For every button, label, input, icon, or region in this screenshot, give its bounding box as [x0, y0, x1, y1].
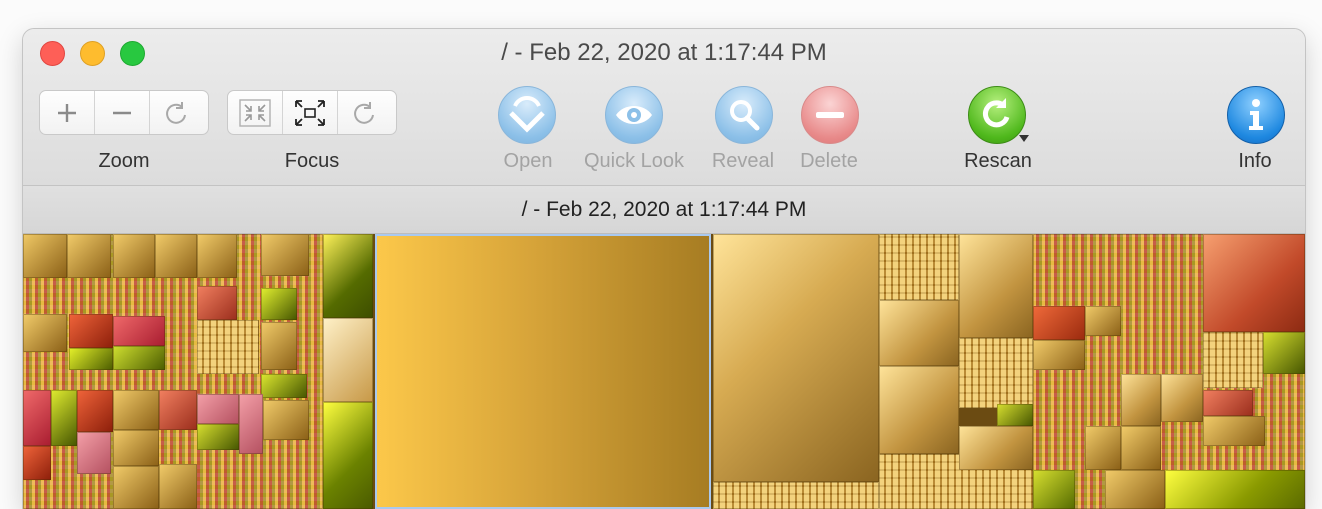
treemap-file[interactable] — [713, 234, 879, 482]
treemap-file[interactable] — [1033, 340, 1085, 370]
redo-arrow-icon — [166, 101, 186, 124]
treemap-file[interactable] — [197, 234, 237, 278]
treemap-file[interactable] — [155, 234, 197, 278]
treemap-file[interactable] — [1121, 426, 1161, 470]
treemap-file[interactable] — [23, 390, 51, 446]
dropdown-indicator-icon — [1019, 135, 1029, 142]
focus-in-button[interactable] — [228, 91, 283, 134]
minus-icon — [816, 112, 844, 118]
treemap-file[interactable] — [263, 400, 309, 440]
shrink-focus-icon — [239, 98, 271, 127]
treemap-file[interactable] — [159, 464, 197, 509]
path-bar: / - Feb 22, 2020 at 1:17:44 PM — [23, 186, 1305, 234]
treemap-file[interactable] — [113, 430, 159, 466]
treemap-file[interactable] — [261, 374, 307, 398]
treemap-file[interactable] — [197, 424, 239, 450]
treemap-file[interactable] — [113, 234, 155, 278]
redo-arrow-icon — [354, 101, 374, 124]
treemap-file[interactable] — [77, 390, 113, 432]
treemap-file[interactable] — [261, 234, 309, 276]
treemap-file[interactable] — [997, 404, 1033, 426]
treemap-file[interactable] — [113, 390, 159, 430]
treemap-file[interactable] — [67, 234, 111, 278]
delete-button[interactable] — [801, 86, 859, 144]
treemap-folder[interactable] — [879, 234, 959, 300]
zoom-reset-button[interactable] — [150, 91, 204, 134]
treemap-file[interactable] — [1203, 416, 1265, 446]
reveal-label: Reveal — [711, 150, 775, 172]
treemap-file[interactable] — [323, 402, 373, 509]
app-window: / - Feb 22, 2020 at 1:17:44 PM Zoom Focu… — [23, 29, 1305, 509]
treemap-folder[interactable] — [1203, 332, 1263, 388]
open-arrow-icon — [509, 96, 545, 133]
treemap-file[interactable] — [1161, 374, 1203, 422]
quicklook-button[interactable] — [605, 86, 663, 144]
focus-reset-button[interactable] — [338, 91, 392, 134]
treemap-selected-file[interactable] — [375, 234, 711, 509]
treemap-file[interactable] — [159, 390, 197, 430]
treemap-view[interactable] — [23, 234, 1305, 509]
treemap-file[interactable] — [1085, 426, 1121, 470]
info-button[interactable] — [1227, 86, 1285, 144]
delete-label: Delete — [800, 150, 858, 172]
treemap-file[interactable] — [197, 394, 239, 424]
refresh-icon — [982, 98, 1010, 128]
treemap-file[interactable] — [113, 466, 159, 509]
info-icon — [1249, 99, 1263, 130]
treemap-file[interactable] — [69, 314, 113, 348]
open-button[interactable] — [498, 86, 556, 144]
treemap-file[interactable] — [1263, 332, 1305, 374]
treemap-file[interactable] — [77, 432, 111, 474]
zoom-in-button[interactable] — [40, 91, 95, 134]
magnifier-icon — [730, 100, 760, 131]
treemap-file[interactable] — [113, 346, 165, 370]
treemap-file[interactable] — [23, 314, 67, 352]
treemap-file[interactable] — [1085, 306, 1121, 336]
zoom-out-button[interactable] — [95, 91, 150, 134]
quicklook-label: Quick Look — [583, 150, 685, 172]
reveal-button[interactable] — [715, 86, 773, 144]
treemap-file[interactable] — [1105, 470, 1165, 509]
treemap-file[interactable] — [959, 426, 1033, 470]
treemap-file[interactable] — [23, 234, 67, 278]
zoom-label: Zoom — [98, 150, 150, 172]
rescan-label: Rescan — [964, 150, 1032, 172]
treemap-file[interactable] — [51, 390, 77, 446]
focus-segmented-control — [227, 90, 397, 135]
window-title: / - Feb 22, 2020 at 1:17:44 PM — [501, 39, 827, 66]
treemap-file[interactable] — [69, 348, 113, 370]
rescan-button[interactable] — [968, 86, 1026, 144]
treemap-file[interactable] — [261, 322, 297, 370]
treemap-file[interactable] — [197, 286, 237, 320]
open-label: Open — [503, 150, 553, 172]
info-label: Info — [1238, 150, 1272, 172]
treemap-folder[interactable] — [713, 482, 879, 509]
treemap-file[interactable] — [1121, 374, 1161, 426]
treemap-file[interactable] — [1033, 306, 1085, 340]
treemap-file[interactable] — [879, 366, 959, 454]
titlebar: / - Feb 22, 2020 at 1:17:44 PM Zoom Focu… — [23, 29, 1305, 186]
treemap-file[interactable] — [113, 316, 165, 346]
treemap-file[interactable] — [1033, 470, 1075, 509]
plus-icon — [58, 103, 76, 122]
treemap-folder[interactable] — [197, 320, 259, 374]
treemap-file[interactable] — [1165, 470, 1305, 509]
treemap-file[interactable] — [261, 288, 297, 320]
focus-label: Focus — [284, 150, 340, 172]
treemap-file[interactable] — [1203, 390, 1253, 416]
zoom-segmented-control — [39, 90, 209, 135]
treemap-folder[interactable] — [959, 338, 1033, 408]
treemap-file[interactable] — [959, 234, 1033, 338]
current-path[interactable]: / - Feb 22, 2020 at 1:17:44 PM — [23, 198, 1305, 222]
minus-icon — [113, 111, 131, 114]
expand-focus-icon — [295, 99, 325, 126]
treemap-file[interactable] — [879, 300, 959, 366]
treemap-file[interactable] — [323, 234, 373, 318]
treemap-file[interactable] — [323, 318, 373, 402]
eye-icon — [616, 106, 652, 124]
treemap-file[interactable] — [23, 446, 51, 480]
treemap-file[interactable] — [239, 394, 263, 454]
treemap-file[interactable] — [1203, 234, 1305, 332]
focus-out-button[interactable] — [283, 91, 338, 134]
